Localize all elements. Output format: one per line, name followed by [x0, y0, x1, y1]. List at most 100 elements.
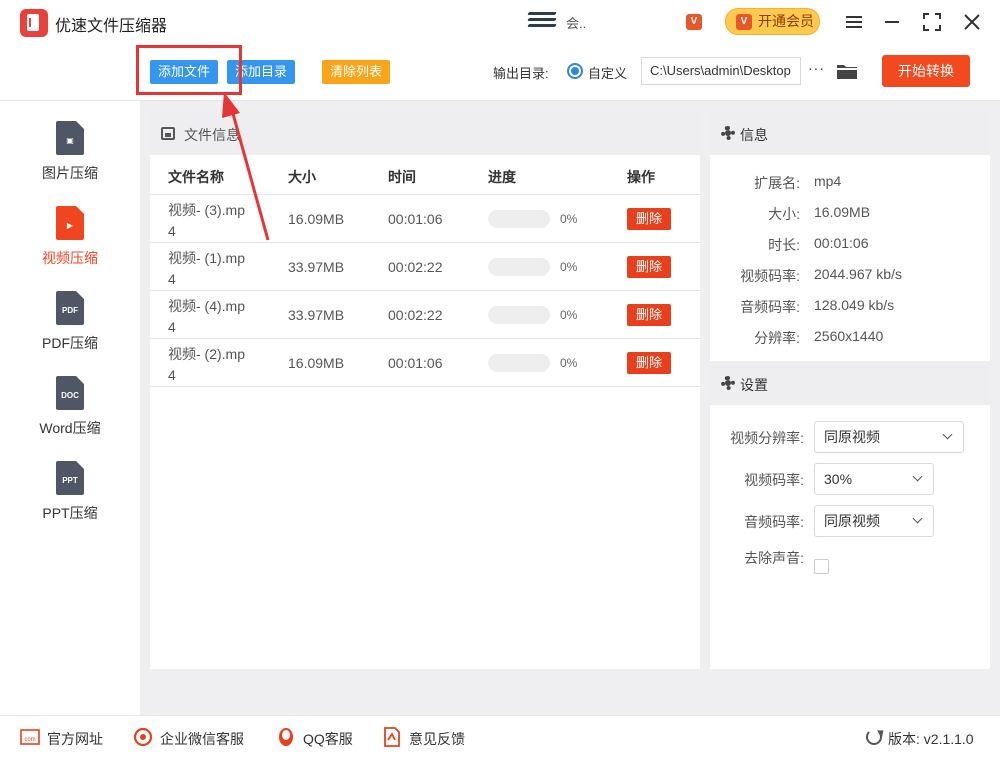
info-value-audio-bitrate: 128.049 kb/s — [814, 297, 895, 313]
sidebar-item-video[interactable]: ▶ 视频压缩 — [0, 206, 140, 286]
sidebar-item-label: Word压缩 — [39, 420, 101, 436]
settings-section-title: 设置 — [740, 377, 768, 393]
file-size: 16.09MB — [288, 355, 345, 371]
file-name: 视频- (2).mp4 — [168, 346, 245, 383]
progress-percent: 0% — [560, 356, 578, 370]
main-content: 文件信息 文件名称 大小 时间 进度 操作 视频- (3).mp4 16.09M… — [140, 101, 1000, 715]
video-bitrate-select[interactable]: 30% — [814, 463, 934, 495]
menu-button[interactable] — [842, 10, 866, 34]
user-name[interactable]: 会.. — [566, 13, 586, 32]
browse-more-button[interactable]: ··· — [808, 60, 828, 76]
version-text: 版本: v2.1.1.0 — [888, 731, 974, 747]
info-label-extension: 扩展名: — [754, 175, 800, 191]
info-value-duration: 00:01:06 — [814, 235, 869, 251]
video-resolution-select[interactable]: 同原视频 — [814, 421, 964, 453]
sidebar-item-label: 视频压缩 — [42, 250, 98, 266]
file-name: 视频- (4).mp4 — [168, 298, 245, 335]
table-row[interactable]: 视频- (4).mp4 33.97MB 00:02:22 0% 删除 — [150, 291, 700, 339]
qq-icon — [279, 728, 293, 746]
vip-button[interactable]: V 开通会员 — [725, 8, 820, 35]
info-value-video-bitrate: 2044.967 kb/s — [814, 266, 902, 282]
settings-section-header: 设置 — [710, 361, 990, 405]
sidebar-item-ppt[interactable]: PPT PPT压缩 — [0, 461, 140, 541]
output-path-input[interactable]: C:\Users\admin\Desktop — [641, 57, 801, 85]
chevron-down-icon — [912, 471, 923, 482]
delete-button[interactable]: 删除 — [627, 208, 671, 230]
refresh-icon[interactable] — [866, 729, 882, 745]
sidebar-item-label: 图片压缩 — [42, 165, 98, 181]
toolbar: 添加文件 添加目录 清除列表 输出目录: 自定义 C:\Users\admin\… — [0, 44, 1000, 101]
info-label-audio-bitrate: 音频码率: — [740, 299, 800, 315]
sidebar-item-pdf[interactable]: PDF PDF压缩 — [0, 291, 140, 371]
info-label-size: 大小: — [768, 206, 800, 222]
app-title: 优速文件压缩器 — [55, 18, 168, 35]
qq-service-link[interactable]: QQ客服 — [303, 729, 353, 749]
doc-file-icon: DOC — [56, 376, 84, 410]
start-convert-button[interactable]: 开始转换 — [882, 55, 970, 87]
gear-icon — [721, 376, 735, 390]
clear-list-button[interactable]: 清除列表 — [322, 60, 391, 84]
remove-audio-label: 去除声音: — [744, 550, 804, 566]
gear-icon — [721, 126, 735, 140]
sidebar-item-image[interactable]: ▣ 图片压缩 — [0, 121, 140, 201]
vip-button-label: 开通会员 — [758, 13, 814, 29]
vip-icon: V — [736, 14, 752, 30]
progress-bar — [488, 354, 550, 372]
custom-output-radio[interactable] — [567, 63, 583, 79]
annotation-highlight-box — [136, 45, 242, 95]
maximize-button[interactable] — [920, 10, 944, 34]
column-header-progress: 进度 — [488, 169, 516, 185]
video-resolution-label: 视频分辨率: — [730, 430, 804, 446]
info-label-duration: 时长: — [768, 237, 800, 253]
progress-percent: 0% — [560, 260, 578, 274]
column-header-name: 文件名称 — [168, 169, 224, 185]
info-panel: 信息 扩展名: mp4 大小: 16.09MB 时长: 00:01:06 视频码… — [710, 111, 990, 669]
table-row[interactable]: 视频- (1).mp4 33.97MB 00:02:22 0% 删除 — [150, 243, 700, 291]
footer: com 官方网址 企业微信客服 QQ客服 意见反馈 版本: v2.1.1.0 — [0, 715, 1000, 760]
table-row[interactable]: 视频- (2).mp4 16.09MB 00:01:06 0% 删除 — [150, 339, 700, 387]
custom-output-label[interactable]: 自定义 — [588, 63, 627, 82]
output-dir-label: 输出目录: — [493, 66, 549, 81]
app-logo-icon — [20, 9, 48, 37]
file-panel-header: 文件信息 — [150, 111, 700, 155]
wechat-service-link[interactable]: 企业微信客服 — [160, 729, 244, 749]
column-header-action: 操作 — [627, 169, 655, 185]
info-value-resolution: 2560x1440 — [814, 328, 884, 344]
progress-percent: 0% — [560, 308, 578, 322]
minimize-button[interactable] — [880, 10, 904, 34]
info-value-size: 16.09MB — [814, 204, 871, 220]
user-avatar-icon[interactable] — [527, 12, 557, 34]
table-row[interactable]: 视频- (3).mp4 16.09MB 00:01:06 0% 删除 — [150, 195, 700, 243]
delete-button[interactable]: 删除 — [627, 352, 671, 374]
file-duration: 00:02:22 — [388, 259, 443, 275]
column-header-time: 时间 — [388, 169, 416, 185]
maximize-icon — [923, 13, 941, 31]
delete-button[interactable]: 删除 — [627, 304, 671, 326]
table-header: 文件名称 大小 时间 进度 操作 — [150, 155, 700, 195]
column-header-size: 大小 — [288, 169, 316, 185]
delete-button[interactable]: 删除 — [627, 256, 671, 278]
info-value-extension: mp4 — [814, 173, 842, 189]
image-icon — [161, 127, 175, 140]
vip-badge-icon[interactable]: V — [686, 14, 702, 30]
svg-text:com: com — [24, 737, 35, 743]
file-name: 视频- (3).mp4 — [168, 202, 245, 239]
feedback-link[interactable]: 意见反馈 — [409, 729, 465, 749]
pdf-file-icon: PDF — [56, 291, 84, 325]
progress-bar — [488, 306, 550, 324]
audio-bitrate-select[interactable]: 同原视频 — [814, 505, 934, 537]
close-button[interactable] — [960, 10, 984, 34]
file-duration: 00:02:22 — [388, 307, 443, 323]
sidebar-item-label: PPT压缩 — [42, 505, 98, 521]
folder-icon[interactable] — [836, 62, 858, 80]
website-icon: com — [20, 729, 40, 745]
sidebar-item-word[interactable]: DOC Word压缩 — [0, 376, 140, 456]
image-file-icon: ▣ — [56, 121, 84, 155]
ppt-file-icon: PPT — [56, 461, 84, 495]
progress-bar — [488, 258, 550, 276]
info-section-header: 信息 — [710, 111, 990, 155]
remove-audio-checkbox[interactable] — [814, 559, 829, 574]
file-size: 16.09MB — [288, 211, 345, 227]
website-link[interactable]: 官方网址 — [47, 729, 103, 749]
file-size: 33.97MB — [288, 307, 345, 323]
